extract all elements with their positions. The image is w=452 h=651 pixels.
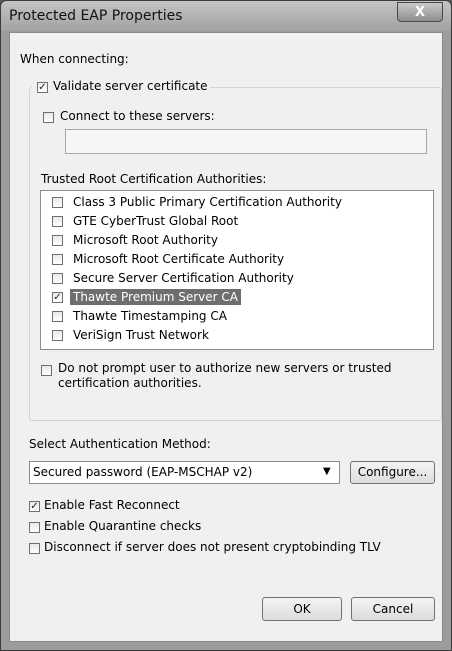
close-icon: X bbox=[414, 5, 426, 20]
do-not-prompt-label[interactable]: Do not prompt user to authorize new serv… bbox=[58, 361, 392, 375]
trusted-root-label: Trusted Root Certification Authorities: bbox=[41, 172, 267, 186]
list-item-label: Microsoft Root Certificate Authority bbox=[73, 252, 285, 266]
configure-button[interactable]: Configure... bbox=[350, 461, 435, 484]
check-icon: ✓ bbox=[53, 292, 62, 303]
list-item-checkbox[interactable] bbox=[52, 235, 63, 246]
cancel-button[interactable]: Cancel bbox=[351, 597, 435, 621]
list-item-label: Class 3 Public Primary Certification Aut… bbox=[73, 195, 342, 209]
fast-reconnect-label[interactable]: Enable Fast Reconnect bbox=[44, 498, 180, 512]
list-item-checkbox[interactable] bbox=[52, 216, 63, 227]
cryptobinding-label[interactable]: Disconnect if server does not present cr… bbox=[44, 540, 381, 554]
chevron-down-icon: ▼ bbox=[323, 466, 331, 477]
ok-label: OK bbox=[293, 602, 311, 616]
list-item-checkbox[interactable]: ✓ bbox=[52, 292, 63, 303]
cancel-label: Cancel bbox=[372, 602, 414, 616]
list-item[interactable]: Class 3 Public Primary Certification Aut… bbox=[42, 193, 432, 212]
window-title: Protected EAP Properties bbox=[9, 8, 183, 24]
dialog-window: Protected EAP Properties X When connecti… bbox=[0, 0, 452, 651]
auth-method-value: Secured password (EAP-MSCHAP v2) bbox=[33, 465, 253, 479]
list-item[interactable]: Thawte Timestamping CA bbox=[42, 307, 432, 326]
list-item-label: VeriSign Trust Network bbox=[73, 328, 209, 342]
check-icon: ✓ bbox=[30, 501, 39, 512]
servers-input[interactable] bbox=[65, 129, 427, 154]
fast-reconnect-checkbox[interactable]: ✓ bbox=[29, 501, 40, 512]
list-item-checkbox[interactable] bbox=[52, 311, 63, 322]
list-item-checkbox[interactable] bbox=[52, 330, 63, 341]
cryptobinding-checkbox[interactable] bbox=[29, 543, 40, 554]
list-item-label: GTE CyberTrust Global Root bbox=[73, 214, 239, 228]
connect-servers-label[interactable]: Connect to these servers: bbox=[60, 109, 215, 123]
connect-servers-checkbox[interactable] bbox=[43, 112, 54, 123]
auth-method-label: Select Authentication Method: bbox=[29, 437, 211, 451]
list-item[interactable]: GTE CyberTrust Global Root bbox=[42, 212, 432, 231]
quarantine-label[interactable]: Enable Quarantine checks bbox=[44, 519, 201, 533]
list-item-checkbox[interactable] bbox=[52, 273, 63, 284]
list-item-label: Thawte Premium Server CA bbox=[70, 289, 241, 305]
do-not-prompt-label-cont[interactable]: certification authorities. bbox=[58, 376, 202, 390]
quarantine-checkbox[interactable] bbox=[29, 522, 40, 533]
list-item[interactable]: Microsoft Root Authority bbox=[42, 231, 432, 250]
trusted-root-list[interactable]: Class 3 Public Primary Certification Aut… bbox=[40, 190, 434, 350]
list-item[interactable]: Microsoft Root Certificate Authority bbox=[42, 250, 432, 269]
when-connecting-label: When connecting: bbox=[20, 52, 129, 66]
auth-method-select[interactable]: Secured password (EAP-MSCHAP v2) ▼ bbox=[29, 461, 340, 484]
list-item[interactable]: Secure Server Certification Authority bbox=[42, 269, 432, 288]
validate-server-checkbox[interactable]: ✓ bbox=[37, 82, 48, 93]
validate-server-label[interactable]: Validate server certificate bbox=[53, 79, 208, 93]
list-item-label: Microsoft Root Authority bbox=[73, 233, 218, 247]
list-item-checkbox[interactable] bbox=[52, 197, 63, 208]
check-icon: ✓ bbox=[38, 82, 47, 93]
close-button[interactable]: X bbox=[397, 2, 443, 22]
list-item-selected[interactable]: ✓ Thawte Premium Server CA bbox=[42, 288, 432, 307]
do-not-prompt-checkbox[interactable] bbox=[41, 365, 52, 376]
configure-label: Configure... bbox=[357, 465, 428, 479]
dialog-client-area: When connecting: ✓ Validate server certi… bbox=[9, 32, 443, 642]
ok-button[interactable]: OK bbox=[262, 597, 342, 621]
list-item-checkbox[interactable] bbox=[52, 254, 63, 265]
title-bar[interactable]: Protected EAP Properties X bbox=[1, 1, 451, 31]
list-item-label: Secure Server Certification Authority bbox=[73, 271, 294, 285]
list-item-label: Thawte Timestamping CA bbox=[73, 309, 227, 323]
list-item[interactable]: VeriSign Trust Network bbox=[42, 326, 432, 345]
